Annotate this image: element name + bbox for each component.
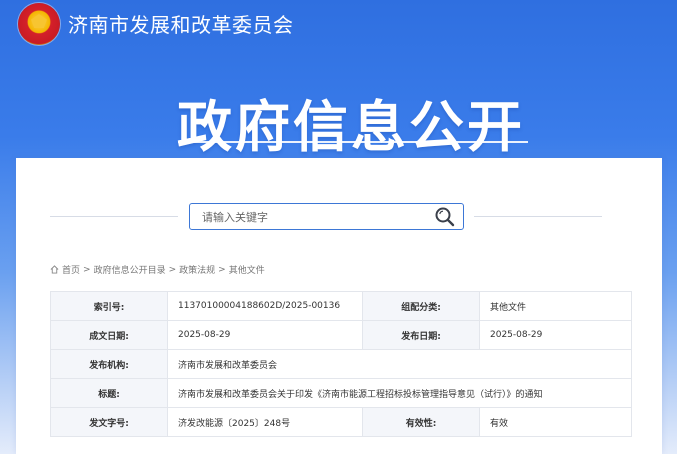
validity-value: 有效	[479, 407, 632, 437]
table-row: 索引号: 11370100004188602D/2025-00136 组配分类:…	[50, 291, 632, 321]
home-icon	[50, 265, 59, 274]
agency-label: 发布机构:	[50, 349, 168, 379]
breadcrumb: 首页 > 政府信息公开目录 > 政策法规 > 其他文件	[50, 263, 265, 276]
org-name[interactable]: 济南市发展和改革委员会	[68, 9, 294, 38]
table-row: 发文字号: 济发改能源〔2025〕248号 有效性: 有效	[50, 407, 632, 437]
category-value: 其他文件	[479, 291, 632, 321]
validity-label: 有效性:	[362, 407, 480, 437]
index-value: 11370100004188602D/2025-00136	[167, 291, 363, 321]
doc-number-value: 济发改能源〔2025〕248号	[167, 407, 363, 437]
breadcrumb-home[interactable]: 首页	[62, 263, 80, 276]
breadcrumb-separator: >	[168, 264, 177, 275]
breadcrumb-policies[interactable]: 政策法规	[179, 263, 215, 276]
agency-value: 济南市发展和改革委员会	[167, 349, 632, 379]
breadcrumb-separator: >	[218, 264, 226, 275]
created-date-label: 成文日期:	[50, 320, 168, 350]
category-label: 组配分类:	[362, 291, 480, 321]
table-row: 发布机构: 济南市发展和改革委员会	[50, 349, 632, 379]
search-box	[189, 203, 464, 231]
breadcrumb-other-docs[interactable]: 其他文件	[229, 263, 265, 276]
search-divider-right	[474, 216, 602, 217]
search-button[interactable]	[433, 206, 457, 228]
doc-number-label: 发文字号:	[50, 407, 168, 437]
banner-underline	[178, 141, 528, 143]
table-row: 标题: 济南市发展和改革委员会关于印发《济南市能源工程招标投标管理指导意见（试行…	[50, 378, 632, 408]
published-date-label: 发布日期:	[362, 320, 480, 350]
search-input[interactable]	[200, 204, 424, 231]
breadcrumb-separator: >	[83, 264, 91, 275]
published-date-value: 2025-08-29	[479, 320, 632, 350]
search-icon	[435, 207, 455, 227]
breadcrumb-gov-info-catalog[interactable]: 政府信息公开目录	[94, 263, 166, 276]
search-divider-left	[50, 216, 178, 217]
index-label: 索引号:	[50, 291, 168, 321]
site-header: 济南市发展和改革委员会 政府信息公开	[0, 0, 677, 160]
document-meta-table: 索引号: 11370100004188602D/2025-00136 组配分类:…	[50, 291, 632, 437]
created-date-value: 2025-08-29	[167, 320, 363, 350]
table-row: 成文日期: 2025-08-29 发布日期: 2025-08-29	[50, 320, 632, 350]
banner-title: 政府信息公开	[177, 95, 526, 159]
title-value: 济南市发展和改革委员会关于印发《济南市能源工程招标投标管理指导意见（试行）》的通…	[167, 378, 632, 408]
national-emblem-logo	[18, 3, 60, 45]
title-label: 标题:	[50, 378, 168, 408]
content-card: 首页 > 政府信息公开目录 > 政策法规 > 其他文件 索引号: 1137010…	[16, 158, 662, 454]
